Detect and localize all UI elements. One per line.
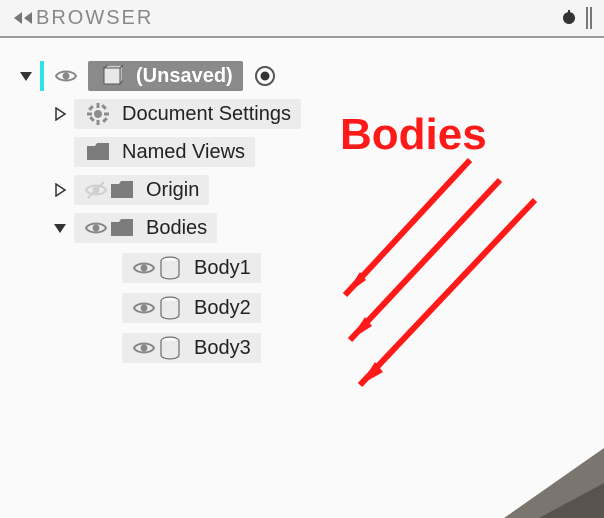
doc-settings-chip[interactable]: Document Settings	[74, 99, 301, 129]
tree-item-label: Body2	[194, 297, 251, 320]
tree-item-bodies-folder[interactable]: Bodies	[0, 210, 604, 246]
visibility-toggle[interactable]	[132, 296, 156, 320]
tree-item-label: Origin	[146, 179, 199, 202]
tree-item-label: Body3	[194, 337, 251, 360]
tree-item-label: Document Settings	[122, 103, 291, 126]
expand-toggle[interactable]	[52, 106, 68, 122]
folder-icon	[108, 216, 136, 240]
named-views-chip[interactable]: Named Views	[74, 137, 255, 167]
body-icon	[156, 296, 184, 320]
browser-tree: (Unsaved) Document Settings Named Views	[0, 38, 604, 366]
component-icon	[98, 64, 126, 88]
visibility-toggle[interactable]	[132, 256, 156, 280]
body-chip[interactable]: Body3	[122, 333, 261, 363]
tree-item-body[interactable]: Body1	[0, 250, 604, 286]
visibility-toggle-root[interactable]	[54, 64, 78, 88]
expand-toggle[interactable]	[52, 182, 68, 198]
visibility-off-icon[interactable]	[84, 178, 108, 202]
folder-icon	[84, 140, 112, 164]
annotation-label: Bodies	[340, 110, 487, 160]
panel-drag-handle[interactable]	[586, 7, 594, 29]
body-chip[interactable]: Body2	[122, 293, 261, 323]
tree-root-row[interactable]: (Unsaved)	[0, 58, 604, 94]
tree-item-origin[interactable]: Origin	[0, 172, 604, 208]
active-indicator	[40, 61, 44, 91]
activate-component-radio[interactable]	[253, 64, 277, 88]
tree-item-body[interactable]: Body3	[0, 330, 604, 366]
body-icon	[156, 256, 184, 280]
tree-item-body[interactable]: Body2	[0, 290, 604, 326]
folder-icon	[108, 178, 136, 202]
expand-toggle-root[interactable]	[18, 68, 34, 84]
bodies-chip[interactable]: Bodies	[74, 213, 217, 243]
spacer	[52, 144, 68, 160]
gear-icon	[84, 102, 112, 126]
root-component-label: (Unsaved)	[136, 65, 233, 88]
body-chip[interactable]: Body1	[122, 253, 261, 283]
visibility-toggle[interactable]	[132, 336, 156, 360]
panel-pin-button[interactable]	[560, 9, 578, 27]
expand-toggle-bodies[interactable]	[52, 220, 68, 236]
viewport-edge-decoration	[484, 448, 604, 518]
tree-item-label: Bodies	[146, 217, 207, 240]
tree-item-label: Named Views	[122, 141, 245, 164]
tree-item-document-settings[interactable]: Document Settings	[0, 96, 604, 132]
collapse-panel-button[interactable]	[10, 8, 36, 28]
body-icon	[156, 336, 184, 360]
root-component-chip[interactable]: (Unsaved)	[88, 61, 243, 91]
browser-panel-header: BROWSER	[0, 0, 604, 38]
tree-item-named-views[interactable]: Named Views	[0, 134, 604, 170]
visibility-toggle[interactable]	[84, 216, 108, 240]
origin-chip[interactable]: Origin	[74, 175, 209, 205]
browser-panel-title: BROWSER	[36, 7, 153, 30]
tree-item-label: Body1	[194, 257, 251, 280]
